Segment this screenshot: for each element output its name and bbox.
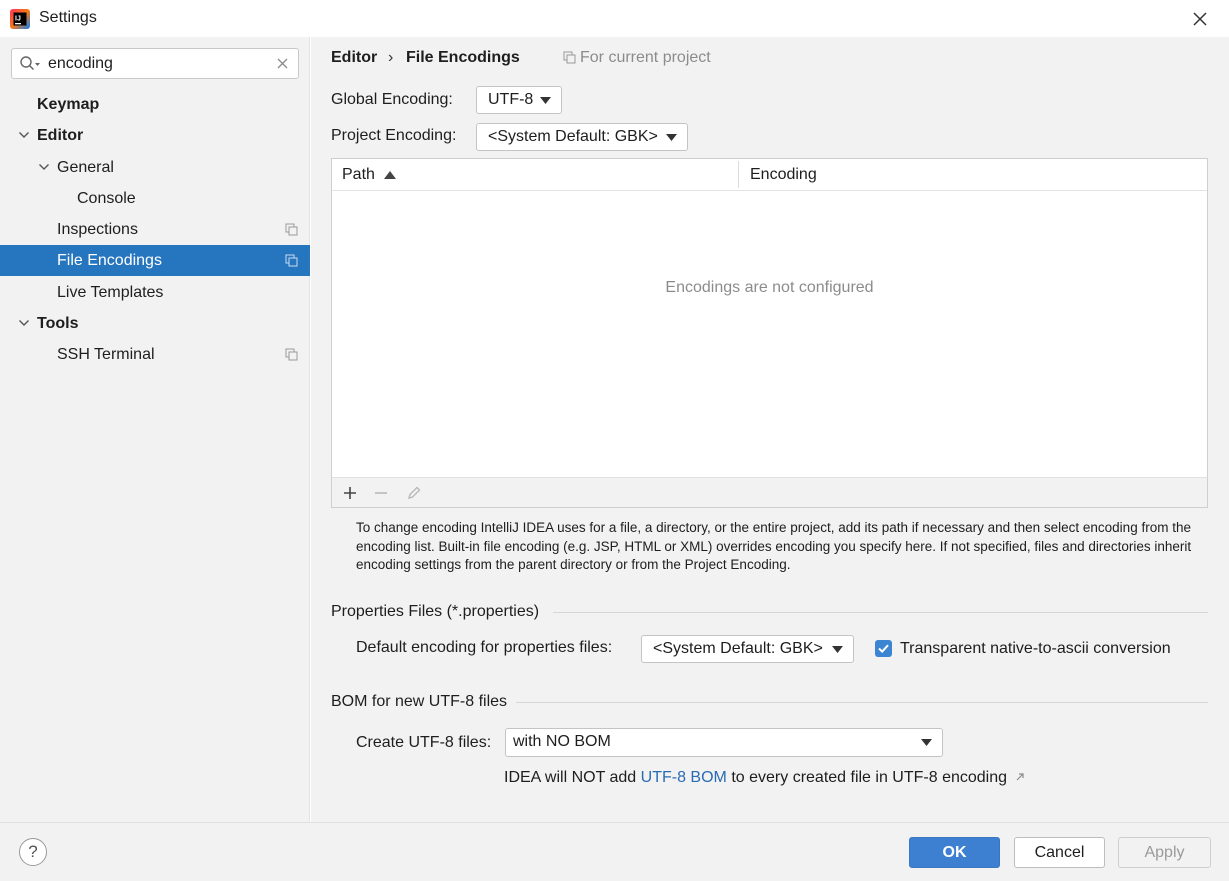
table-empty-text: Encodings are not configured: [665, 279, 874, 296]
project-scope-label: For current project: [580, 49, 711, 66]
clear-icon[interactable]: [276, 57, 289, 70]
window-title: Settings: [39, 9, 97, 26]
dropdown-arrow-icon: [666, 134, 677, 141]
project-scope-icon: [285, 254, 298, 267]
search-field[interactable]: [11, 48, 299, 79]
apply-button[interactable]: Apply: [1118, 837, 1211, 868]
breadcrumb-separator: ›: [388, 49, 394, 66]
properties-encoding-select[interactable]: <System Default: GBK>: [641, 635, 854, 663]
bom-section-title: BOM for new UTF-8 files: [331, 693, 508, 710]
tree-item-label: Console: [77, 190, 136, 207]
transparent-conversion-checkbox[interactable]: [875, 640, 892, 657]
global-encoding-select[interactable]: UTF-8: [476, 86, 562, 114]
dropdown-arrow-icon: [921, 739, 932, 746]
chevron-down-icon[interactable]: [38, 162, 50, 172]
tree-item-keymap[interactable]: Keymap: [0, 89, 310, 120]
project-scope-icon: [285, 348, 298, 361]
properties-default-label: Default encoding for properties files:: [356, 639, 613, 656]
tree-item-label: Live Templates: [57, 284, 164, 301]
close-icon[interactable]: [1189, 8, 1211, 30]
remove-icon[interactable]: [373, 485, 389, 501]
project-encoding-value: <System Default: GBK>: [488, 128, 658, 145]
tree-item-label: Keymap: [37, 96, 100, 113]
intellij-idea-icon: IJ: [10, 9, 30, 29]
sort-ascending-icon: [384, 171, 396, 179]
dropdown-arrow-icon: [832, 646, 843, 653]
ok-button[interactable]: OK: [909, 837, 1000, 868]
tree-item-live-templates[interactable]: Live Templates: [0, 277, 310, 308]
chevron-down-icon[interactable]: [18, 318, 30, 328]
bom-note: IDEA will NOT add UTF-8 BOM to every cre…: [504, 769, 1025, 787]
create-utf8-value: with NO BOM: [513, 733, 611, 750]
edit-icon[interactable]: [406, 485, 422, 501]
svg-text:IJ: IJ: [15, 16, 21, 23]
add-icon[interactable]: [342, 485, 358, 501]
properties-encoding-value: <System Default: GBK>: [653, 640, 823, 657]
tree-item-console[interactable]: Console: [0, 183, 310, 214]
table-header: Path Encoding: [332, 159, 1207, 191]
help-button[interactable]: ?: [19, 838, 47, 866]
search-input[interactable]: [48, 53, 268, 75]
transparent-conversion-label[interactable]: Transparent native-to-ascii conversion: [900, 640, 1171, 658]
tree-item-label: Editor: [37, 127, 84, 144]
tree-item-label: Inspections: [57, 221, 138, 238]
project-scope-icon: [563, 51, 576, 64]
bom-note-prefix: IDEA will NOT add: [504, 769, 637, 786]
tree-item-label: File Encodings: [57, 252, 162, 269]
section-divider: [553, 612, 1208, 613]
tree-item-label: General: [57, 159, 114, 176]
dropdown-arrow-icon: [540, 97, 551, 104]
column-header-label: Path: [342, 166, 375, 183]
global-encoding-value: UTF-8: [488, 91, 534, 108]
properties-section-title: Properties Files (*.properties): [331, 603, 540, 620]
global-encoding-label: Global Encoding:: [331, 91, 453, 108]
create-utf8-select[interactable]: with NO BOM: [505, 728, 943, 757]
title-bar: IJ Settings: [0, 0, 1229, 37]
tree-item-inspections[interactable]: Inspections: [0, 214, 310, 245]
tree-item-tools[interactable]: Tools: [0, 308, 310, 339]
breadcrumb-parent[interactable]: Editor: [331, 49, 377, 67]
settings-sidebar: Keymap Editor General Console Inspection…: [0, 37, 310, 822]
column-header-encoding[interactable]: Encoding: [750, 159, 1200, 190]
tree-item-general[interactable]: General: [0, 152, 310, 183]
help-text: To change encoding IntelliJ IDEA uses fo…: [356, 520, 1192, 572]
settings-content: Editor › File Encodings For current proj…: [311, 37, 1229, 822]
checkmark-icon: [878, 644, 889, 654]
encodings-table: Path Encoding Encodings are not configur…: [331, 158, 1208, 508]
project-encoding-select[interactable]: <System Default: GBK>: [476, 123, 688, 151]
tree-item-label: SSH Terminal: [57, 346, 155, 363]
column-header-label: Encoding: [750, 166, 817, 183]
dialog-footer: ? OK Cancel Apply: [0, 822, 1229, 881]
table-toolbar: [331, 477, 1208, 508]
external-link-icon[interactable]: [1015, 772, 1025, 782]
search-icon: [20, 56, 40, 71]
create-utf8-label: Create UTF-8 files:: [356, 734, 492, 751]
tree-item-ssh-terminal[interactable]: SSH Terminal: [0, 339, 310, 370]
section-divider: [516, 702, 1208, 703]
project-scope-icon: [285, 223, 298, 236]
column-divider[interactable]: [738, 161, 739, 188]
column-header-path[interactable]: Path: [342, 159, 732, 190]
cancel-button[interactable]: Cancel: [1014, 837, 1105, 868]
bom-note-suffix: to every created file in UTF-8 encoding: [731, 769, 1008, 786]
utf8-bom-link[interactable]: UTF-8 BOM: [641, 769, 727, 786]
project-encoding-label: Project Encoding:: [331, 127, 457, 144]
chevron-down-icon[interactable]: [18, 130, 30, 140]
tree-item-editor[interactable]: Editor: [0, 120, 310, 151]
breadcrumb-current: File Encodings: [406, 49, 520, 66]
tree-item-label: Tools: [37, 315, 79, 332]
tree-item-file-encodings[interactable]: File Encodings: [0, 245, 310, 276]
